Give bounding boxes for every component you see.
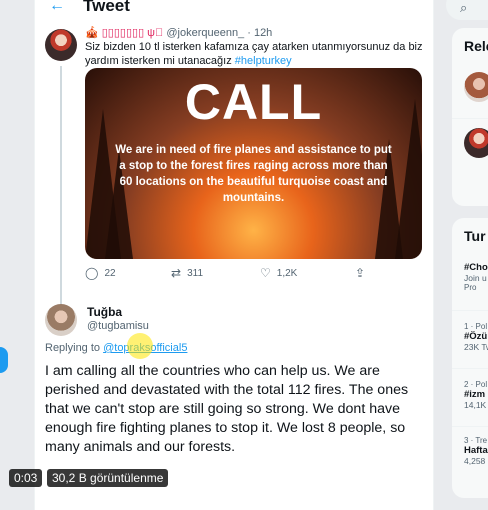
trend-sub: 14,1K bbox=[464, 400, 487, 410]
trend-meta: 3 · Tre bbox=[464, 436, 488, 445]
tweet-author-line: 🎪 ▯▯▯▯▯▯▯ ψ⃝ @jokerqueenn_ · 12h bbox=[85, 26, 272, 39]
reply-count: 22 bbox=[104, 267, 116, 279]
avatar[interactable] bbox=[464, 128, 488, 158]
image-body-text: We are in need of fire planes and assist… bbox=[115, 144, 392, 204]
panel-title: Tur bbox=[464, 228, 486, 244]
tweet-text: Siz bizden 10 tl isterken kafamıza çay a… bbox=[85, 40, 425, 68]
image-title: CALL bbox=[184, 74, 323, 130]
tweet-image[interactable]: CALL We are in need of fire planes and a… bbox=[85, 68, 422, 259]
relevant-people-panel: Rele bbox=[452, 28, 488, 206]
retweet-icon: ⇄ bbox=[171, 266, 182, 280]
trend-meta: 2 · Pol bbox=[464, 380, 488, 389]
tweet-header: ← Tweet bbox=[35, 0, 433, 16]
hashtag-link[interactable]: #helpturkey bbox=[235, 55, 292, 67]
trend-item[interactable]: 3 · Tre Hafta 4,258 bbox=[464, 436, 488, 466]
display-name[interactable]: 🎪 ▯▯▯▯▯▯▯ ψ⃝ bbox=[85, 27, 163, 39]
divider bbox=[452, 426, 488, 427]
divider bbox=[452, 118, 488, 119]
tweet-actions: ◯ 22 ⇄ 311 ♡ 1,2K ⇪ bbox=[85, 267, 425, 283]
reply-text: I am calling all the countries who can h… bbox=[45, 363, 409, 455]
divider bbox=[452, 368, 488, 369]
trend-item[interactable]: #Cho Join u Pro bbox=[464, 262, 488, 292]
trend-sub: Join u bbox=[464, 273, 487, 283]
handle-time: @jokerqueenn_ · 12h bbox=[166, 27, 273, 39]
share-icon: ⇪ bbox=[355, 266, 366, 280]
back-arrow-icon[interactable]: ← bbox=[49, 0, 65, 14]
avatar[interactable] bbox=[45, 304, 77, 336]
cursor-highlight bbox=[127, 333, 153, 359]
video-time: 0:03 bbox=[9, 469, 43, 487]
replying-to: Replying to @topraksofficial5 bbox=[45, 342, 187, 354]
trend-extra: Pro bbox=[464, 283, 477, 292]
like-count: 1,2K bbox=[276, 267, 298, 279]
trend-sub: 23K Tw bbox=[464, 342, 488, 352]
trend-sub: 4,258 bbox=[464, 456, 486, 466]
divider bbox=[452, 310, 488, 311]
trend-name: #Cho bbox=[464, 262, 488, 273]
panel-title: Rele bbox=[464, 38, 488, 54]
like-button[interactable]: ♡ 1,2K bbox=[260, 267, 297, 279]
trend-name: Hafta bbox=[464, 445, 488, 456]
search-icon[interactable]: ⌕ bbox=[460, 0, 467, 16]
retweet-count: 311 bbox=[187, 267, 204, 279]
main-column: ← Tweet 🎪 ▯▯▯▯▯▯▯ ψ⃝ @jokerqueenn_ · 12h… bbox=[34, 0, 434, 510]
trend-name: #izm bbox=[464, 389, 486, 400]
share-button[interactable]: ⇪ bbox=[355, 267, 365, 279]
display-name[interactable]: Tuğba bbox=[87, 305, 122, 319]
video-views: 30,2 B görüntülenme bbox=[47, 469, 169, 487]
reply-icon: ◯ bbox=[85, 266, 99, 280]
user-handle[interactable]: @tugbamisu bbox=[87, 320, 149, 332]
page-title: Tweet bbox=[83, 0, 130, 15]
trend-item[interactable]: 2 · Pol #izm 14,1K bbox=[464, 380, 487, 410]
avatar[interactable] bbox=[45, 29, 77, 61]
like-icon: ♡ bbox=[260, 266, 271, 280]
trends-panel: Tur #Cho Join u Pro 1 · Pol #Özü 23K Tw … bbox=[452, 218, 488, 498]
scroll-indicator[interactable] bbox=[0, 347, 8, 373]
thread-line bbox=[60, 66, 62, 316]
trend-meta: 1 · Pol bbox=[464, 322, 488, 331]
trend-name: #Özü bbox=[464, 331, 488, 342]
avatar[interactable] bbox=[464, 72, 488, 102]
replying-label: Replying to bbox=[45, 342, 104, 354]
trend-item[interactable]: 1 · Pol #Özü 23K Tw bbox=[464, 322, 488, 352]
reply-button[interactable]: ◯ 22 bbox=[85, 267, 116, 279]
retweet-button[interactable]: ⇄ 311 bbox=[171, 267, 203, 279]
